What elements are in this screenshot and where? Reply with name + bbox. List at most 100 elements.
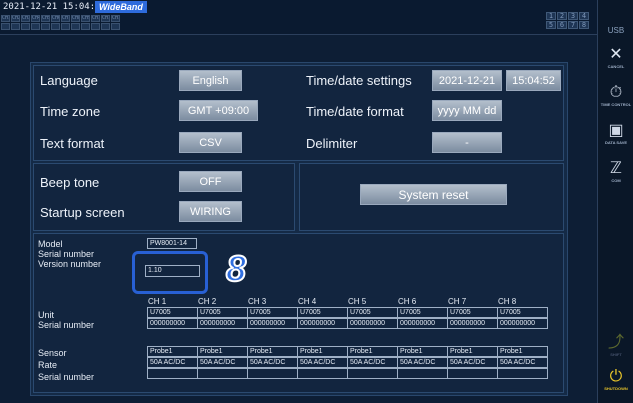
unit-serial-cell: 000000000 xyxy=(147,318,198,329)
unit-indicator: 4 xyxy=(579,12,589,20)
unit-indicator-grid: 1234 5678 xyxy=(546,12,589,29)
wideband-badge: WideBand xyxy=(95,1,147,13)
channel-indicator-lower xyxy=(11,23,20,30)
timezone-label: Time zone xyxy=(40,104,101,119)
sensor-serial-cell xyxy=(347,368,398,379)
timedate-format-button[interactable]: yyyy MM dd xyxy=(432,100,502,121)
data-save-icon: ▣ xyxy=(608,122,624,139)
channel-indicator: CH11 xyxy=(101,15,110,22)
rate-cell: 50A AC/DC xyxy=(347,357,398,368)
channel-indicator-lower xyxy=(1,23,10,30)
rate-cell: 50A AC/DC xyxy=(197,357,248,368)
textformat-label: Text format xyxy=(40,136,105,151)
sensor-cell: Probe1 xyxy=(297,346,348,357)
sensor-cell: Probe1 xyxy=(347,346,398,357)
model-label: Model xyxy=(38,239,63,249)
unit-indicator: 3 xyxy=(568,12,578,20)
sensor-serial-cell xyxy=(197,368,248,379)
com-button[interactable]: ℤ COM xyxy=(600,158,632,194)
beep-label: Beep tone xyxy=(40,175,100,190)
unit-cell: U7005 xyxy=(347,307,398,318)
channel-header: CH 6 xyxy=(398,297,417,306)
date-button[interactable]: 2021-12-21 xyxy=(432,70,502,91)
time-control-icon: ⏱ xyxy=(609,84,623,101)
cancel-button[interactable]: ✕ CANCEL xyxy=(600,44,632,80)
unit-label: Unit xyxy=(38,310,55,320)
timezone-button[interactable]: GMT +09:00 xyxy=(179,100,258,121)
unit-cell: U7005 xyxy=(247,307,298,318)
language-button[interactable]: English xyxy=(179,70,242,91)
channel-header: CH 8 xyxy=(498,297,517,306)
channel-indicator: CH3 xyxy=(21,15,30,22)
unit-cell: U7005 xyxy=(197,307,248,318)
channel-indicator: CH12 xyxy=(111,15,120,22)
timedate-settings-label: Time/date settings xyxy=(306,73,412,88)
channel-indicator: CH5 xyxy=(41,15,50,22)
channel-indicator-row: CH1CH2CH3CH4CH5CH6CH7CH8CH9CH10CH11CH12 xyxy=(1,15,120,22)
sensor-cell: Probe1 xyxy=(197,346,248,357)
system-reset-button[interactable]: System reset xyxy=(360,184,507,205)
unit-serial-cell: 000000000 xyxy=(247,318,298,329)
beep-button[interactable]: OFF xyxy=(179,171,242,192)
serial-number-label: Serial number xyxy=(38,249,95,259)
rate-cell: 50A AC/DC xyxy=(247,357,298,368)
time-control-button[interactable]: ⏱ TIME CONTROL xyxy=(600,82,632,118)
rate-cell: 50A AC/DC xyxy=(497,357,548,368)
unit-serial-cell: 000000000 xyxy=(347,318,398,329)
data-save-button[interactable]: ▣ DATA SAVE xyxy=(600,120,632,156)
com-icon: ℤ xyxy=(610,160,622,177)
startup-button[interactable]: WIRING xyxy=(179,201,242,222)
unit-serial-cell: 000000000 xyxy=(497,318,548,329)
channel-indicator-lower xyxy=(21,23,30,30)
channel-indicator-lower xyxy=(81,23,90,30)
unit-serial-cell: 000000000 xyxy=(197,318,248,329)
channel-indicator: CH2 xyxy=(11,15,20,22)
rate-cell: 50A AC/DC xyxy=(147,357,198,368)
unit-serial-cell: 000000000 xyxy=(297,318,348,329)
unit-serial-label: Serial number xyxy=(38,320,95,330)
channel-header: CH 4 xyxy=(298,297,317,306)
rate-label: Rate xyxy=(38,360,58,370)
usb-indicator: USB xyxy=(607,26,625,35)
channel-header: CH 1 xyxy=(148,297,167,306)
channel-header: CH 2 xyxy=(198,297,217,306)
rate-cell: 50A AC/DC xyxy=(397,357,448,368)
shutdown-button[interactable]: ⏻ SHUTDOWN xyxy=(600,366,632,402)
channel-indicator-lower xyxy=(101,23,110,30)
channel-indicator-lower xyxy=(111,23,120,30)
shift-button[interactable]: ⤴ SHIFT xyxy=(600,332,632,368)
beep-startup-group: Beep tone OFF Startup screen WIRING xyxy=(33,163,295,231)
unit-serial-cell: 000000000 xyxy=(397,318,448,329)
unit-cell: U7005 xyxy=(297,307,348,318)
channel-header: CH 7 xyxy=(448,297,467,306)
rate-cell: 50A AC/DC xyxy=(447,357,498,368)
sensor-serial-cell xyxy=(147,368,198,379)
sensor-serial-cell xyxy=(247,368,298,379)
textformat-button[interactable]: CSV xyxy=(179,132,242,153)
shift-icon: ⤴ xyxy=(607,334,624,351)
callout-number: 8 xyxy=(225,247,247,290)
version-highlight-callout xyxy=(132,251,208,294)
general-settings-group: Language English Time zone GMT +09:00 Te… xyxy=(33,65,564,161)
model-value: PW8001-14 xyxy=(147,238,197,249)
function-sidebar: USB ✕ CANCEL ⏱ TIME CONTROL ▣ DATA SAVE … xyxy=(597,0,633,403)
channel-indicator-lower xyxy=(41,23,50,30)
datetime-display: 2021-12-21 15:04:52 xyxy=(3,2,106,12)
channel-indicator-lower xyxy=(71,23,80,30)
time-button[interactable]: 15:04:52 xyxy=(506,70,561,91)
cancel-icon: ✕ xyxy=(609,46,623,63)
unit-indicator: 5 xyxy=(546,21,556,29)
sensor-cell: Probe1 xyxy=(147,346,198,357)
unit-indicator: 1 xyxy=(546,12,556,20)
delimiter-button[interactable]: - xyxy=(432,132,502,153)
sensor-cell: Probe1 xyxy=(447,346,498,357)
version-number-label: Version number xyxy=(38,259,102,269)
language-label: Language xyxy=(40,73,98,88)
sensor-cell: Probe1 xyxy=(247,346,298,357)
version-info-group: Model PW8001-14 Serial number Version nu… xyxy=(33,233,564,393)
unit-indicator: 6 xyxy=(557,21,567,29)
startup-label: Startup screen xyxy=(40,205,125,220)
unit-cell: U7005 xyxy=(397,307,448,318)
unit-indicator: 7 xyxy=(568,21,578,29)
system-settings-panel: Language English Time zone GMT +09:00 Te… xyxy=(30,62,568,396)
